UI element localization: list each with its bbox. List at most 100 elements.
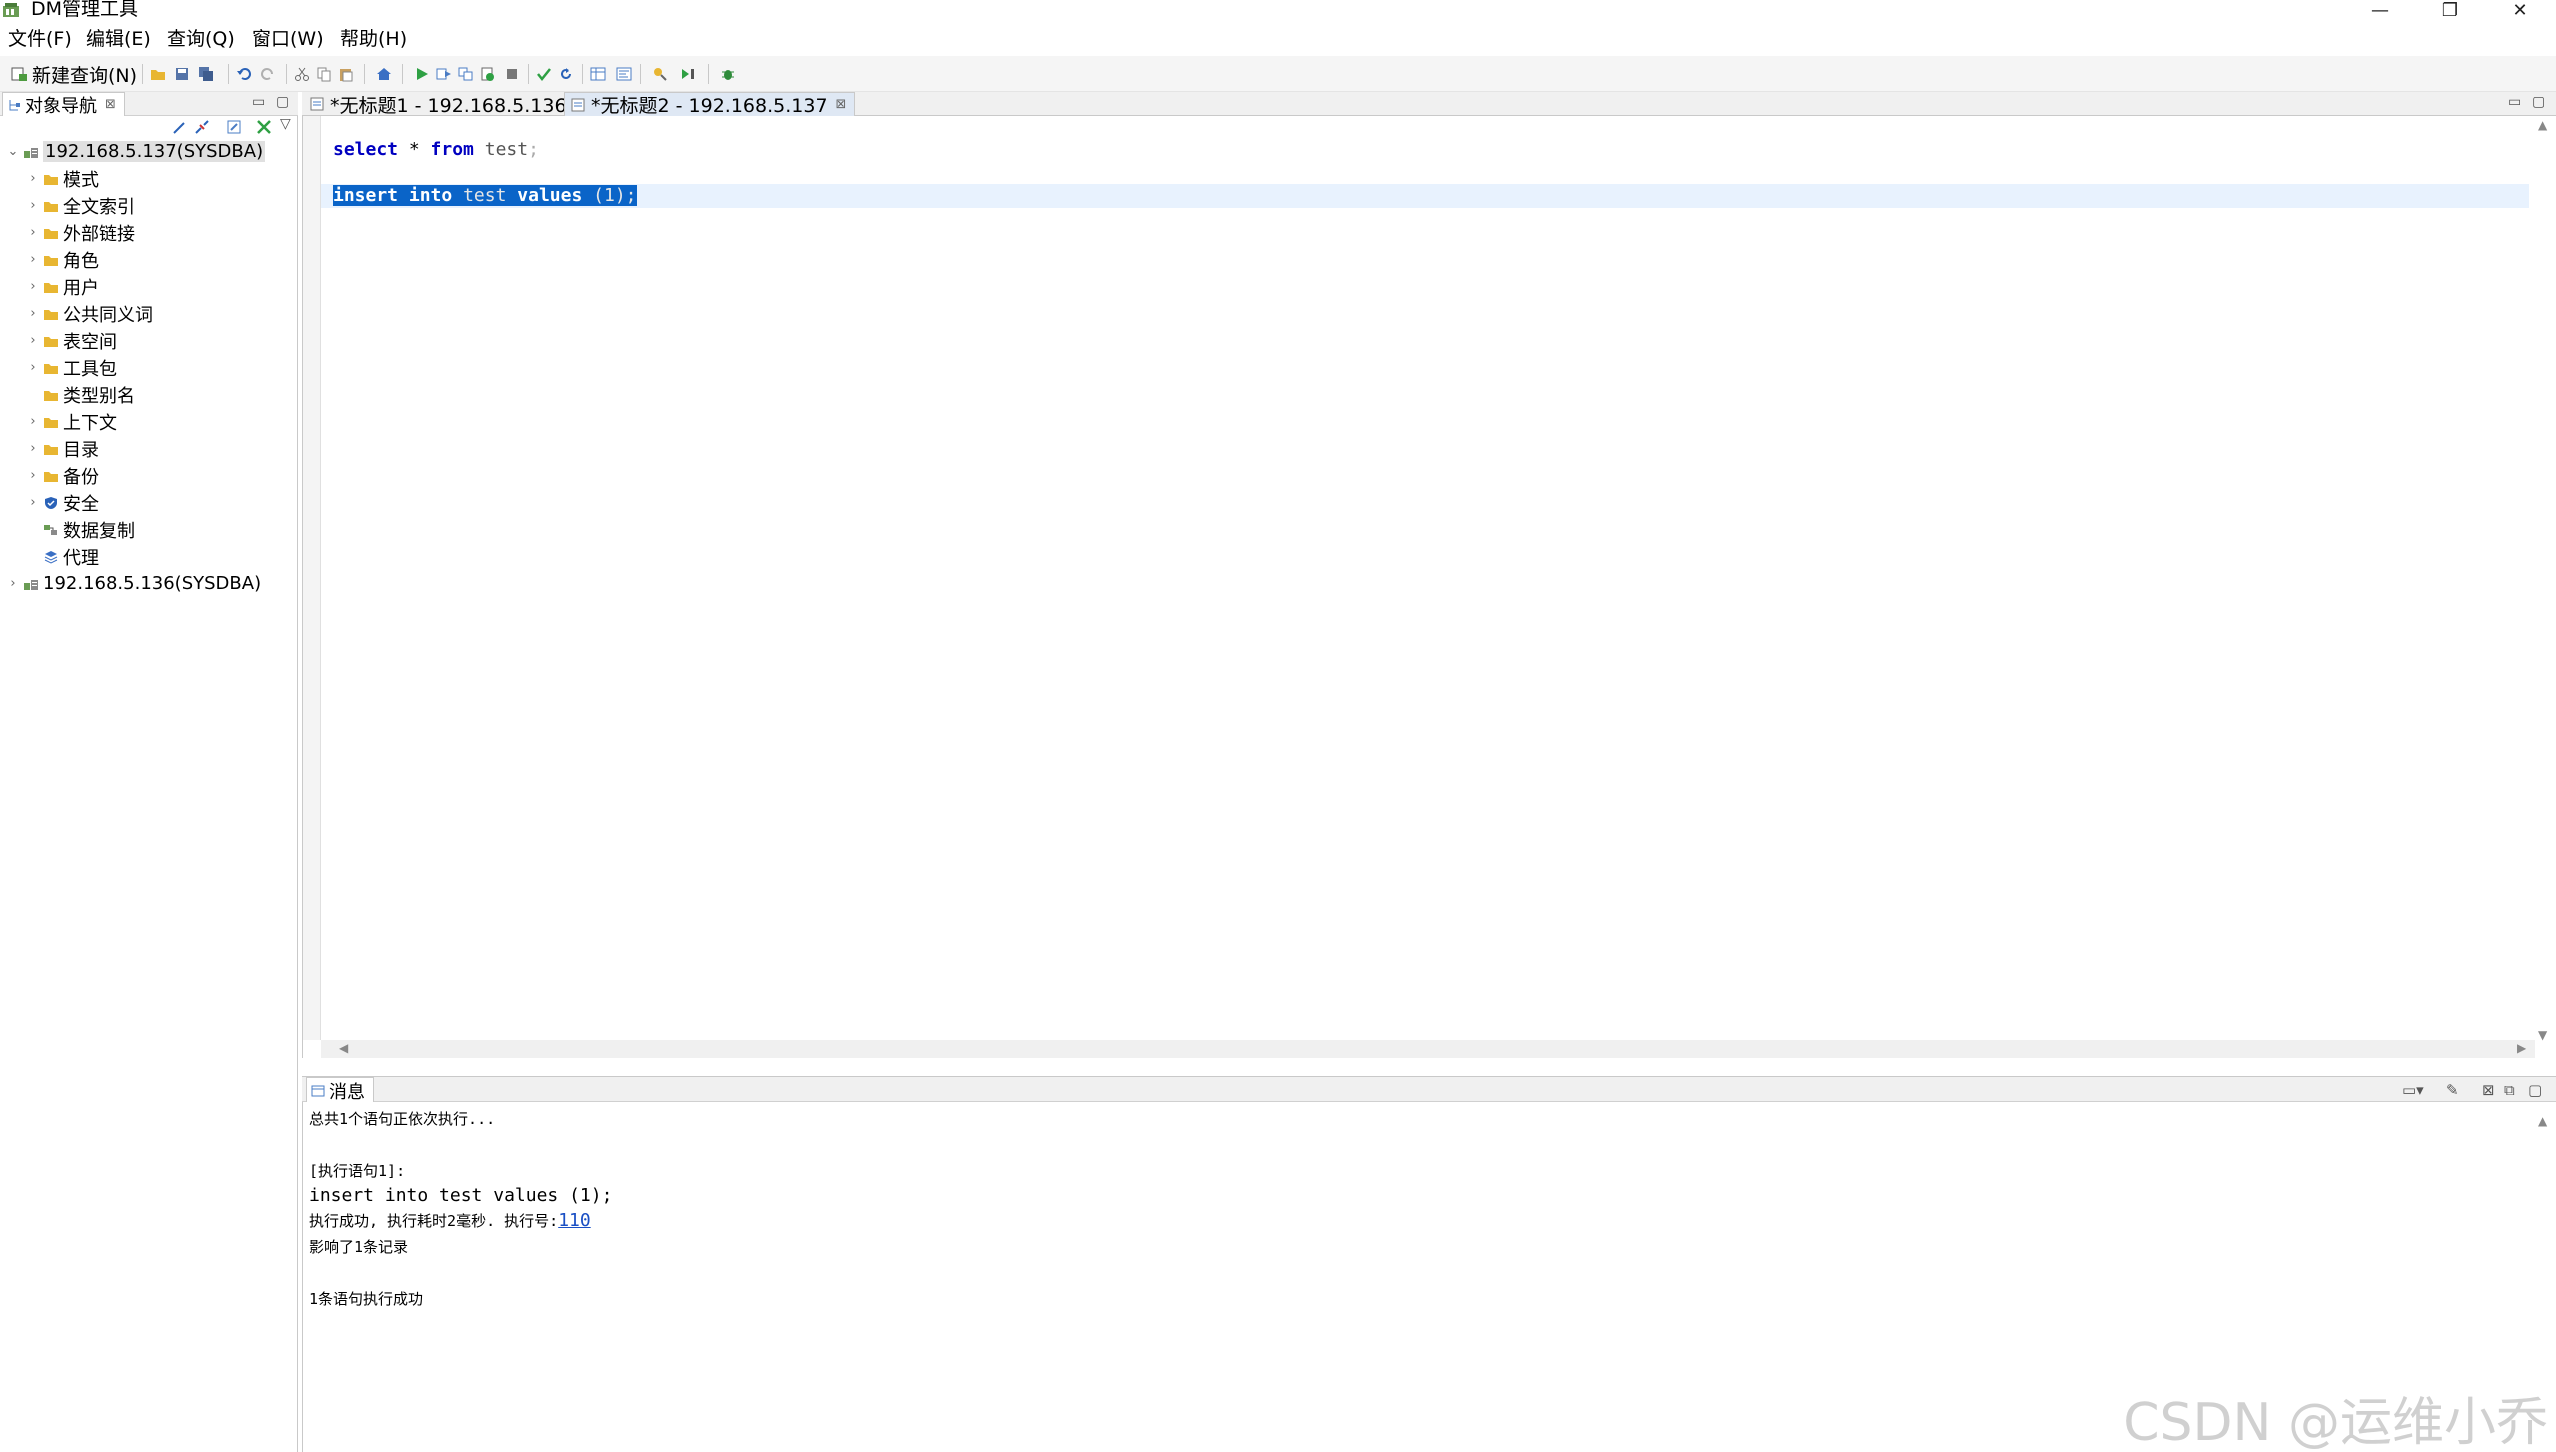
edit-icon[interactable] [226,119,242,135]
chevron-down-icon[interactable]: ⌄ [6,144,20,159]
code-line-2[interactable]: insert into test values (1); [333,184,637,208]
home-icon[interactable] [376,66,392,82]
tab-messages[interactable]: 消息 [306,1077,374,1103]
menu-file[interactable]: 文件(F) [8,27,72,51]
cut-icon[interactable] [294,66,310,82]
run-script-icon[interactable] [458,66,474,82]
scroll-left-icon[interactable]: ◀ [339,1041,348,1055]
tree-connection-node[interactable]: › 192.168.5.136(SYSDBA) [6,570,261,597]
maximize-panel-icon[interactable]: ▢ [2532,94,2545,110]
minimize-button[interactable]: — [2350,0,2410,21]
remove-console-icon[interactable]: ⊠ [2482,1081,2495,1099]
toolbar-separator [582,64,583,84]
toolbar-separator [528,64,529,84]
tab-untitled-2[interactable]: *无标题2 - 192.168.5.137 ⊠ [564,92,856,117]
tree-item[interactable]: › 模式 [26,165,99,192]
chevron-right-icon[interactable]: › [26,468,40,483]
maximize-panel-icon[interactable]: ▢ [276,94,289,110]
run-selected-icon[interactable] [436,66,452,82]
tree-connection-node[interactable]: ⌄ 192.168.5.137(SYSDBA) [6,138,266,165]
run-icon[interactable] [414,66,430,82]
query-builder-icon[interactable] [590,66,606,82]
maximize-panel-icon[interactable]: ▢ [2528,1081,2542,1099]
tree-item[interactable]: › 用户 [26,273,99,300]
tree-item[interactable]: › 表空间 [26,327,117,354]
chevron-right-icon[interactable]: › [6,576,20,591]
rollback-icon[interactable] [558,66,574,82]
pin-console-icon[interactable]: ⧉ [2504,1081,2515,1099]
chevron-right-icon[interactable]: › [26,171,40,186]
copy-icon[interactable] [316,66,332,82]
connect-icon[interactable] [172,119,188,135]
chevron-right-icon[interactable]: › [26,441,40,456]
scroll-up-icon[interactable]: ▲ [2538,1114,2547,1128]
chevron-right-icon[interactable]: › [26,306,40,321]
code-token: * [398,139,431,160]
chevron-right-icon[interactable]: › [26,252,40,267]
code-line-1[interactable]: select * from test; [333,138,539,162]
save-all-icon[interactable] [198,66,214,82]
tab-object-navigator[interactable]: 对象导航 ⊠ [2,92,125,117]
close-window-button[interactable]: ✕ [2490,0,2550,21]
scroll-right-icon[interactable]: ▶ [2517,1041,2526,1055]
save-icon[interactable] [174,66,190,82]
editor-gutter [303,116,321,1040]
collapse-all-icon[interactable] [256,119,272,135]
menu-window[interactable]: 窗口(W) [252,27,324,51]
tree-item[interactable]: › 角色 [26,246,99,273]
tree-item[interactable]: › 目录 [26,435,99,462]
minimize-panel-icon[interactable]: ▭ [2508,94,2521,110]
close-icon[interactable]: ⊠ [836,97,847,112]
undo-icon[interactable] [236,66,252,82]
chevron-right-icon[interactable]: › [26,360,40,375]
tree-item[interactable]: › 安全 [26,489,99,516]
new-query-button[interactable]: 新建查询(N) [10,61,137,87]
open-icon[interactable] [150,66,166,82]
minimize-panel-icon[interactable]: ▭ [252,94,265,110]
close-icon[interactable]: ⊠ [105,97,116,112]
tree-item[interactable]: › 公共同义词 [26,300,153,327]
execution-id-link[interactable]: 110 [558,1210,591,1231]
scroll-up-icon[interactable]: ▲ [2538,118,2547,132]
format-sql-icon[interactable] [616,66,632,82]
clear-console-icon[interactable]: ✎ [2446,1081,2459,1099]
chevron-right-icon[interactable]: › [26,495,40,510]
explain-icon[interactable] [480,66,496,82]
tab-untitled-1[interactable]: *无标题1 - 192.168.5.136 [304,92,575,117]
step-run-icon[interactable] [680,66,696,82]
tree-item[interactable]: 代理 [26,543,99,570]
tree-item[interactable]: › 外部链接 [26,219,135,246]
editor-horizontal-scrollbar[interactable]: ◀ ▶ [321,1040,2535,1058]
chevron-right-icon[interactable]: › [26,333,40,348]
tree-item[interactable]: › 工具包 [26,354,117,381]
object-lookup-icon[interactable] [652,66,668,82]
chevron-right-icon[interactable]: › [26,414,40,429]
tree-item[interactable]: › 全文索引 [26,192,135,219]
chevron-right-icon[interactable]: › [26,225,40,240]
tree-item[interactable]: › 上下文 [26,408,117,435]
menu-help[interactable]: 帮助(H) [340,27,407,51]
chevron-right-icon[interactable]: › [26,198,40,213]
debug-bug-icon[interactable] [720,66,736,82]
tree-item[interactable]: 数据复制 [26,516,135,543]
editor-vertical-scrollbar[interactable]: ▲ ▼ [2534,116,2556,1042]
paste-icon[interactable] [338,66,354,82]
console-display-icon[interactable]: ▭▾ [2402,1081,2424,1099]
scroll-down-icon[interactable]: ▼ [2538,1028,2547,1042]
sql-editor[interactable]: select * from test; insert into test val… [302,116,2556,1058]
stop-icon[interactable] [504,66,520,82]
tree-item[interactable]: 类型别名 [26,381,135,408]
disconnect-icon[interactable] [194,119,210,135]
menu-edit[interactable]: 编辑(E) [86,27,151,51]
view-menu-chevron-down-icon[interactable]: ▽ [280,116,291,132]
tree-item[interactable]: › 备份 [26,462,99,489]
folder-icon [44,417,58,428]
redo-icon[interactable] [260,66,276,82]
menu-query[interactable]: 查询(Q) [167,27,235,51]
chevron-right-icon[interactable]: › [26,279,40,294]
maximize-button[interactable]: ❐ [2420,0,2480,21]
title-bar: DM管理工具 — ❐ ✕ [0,0,2556,21]
commit-icon[interactable] [536,66,552,82]
